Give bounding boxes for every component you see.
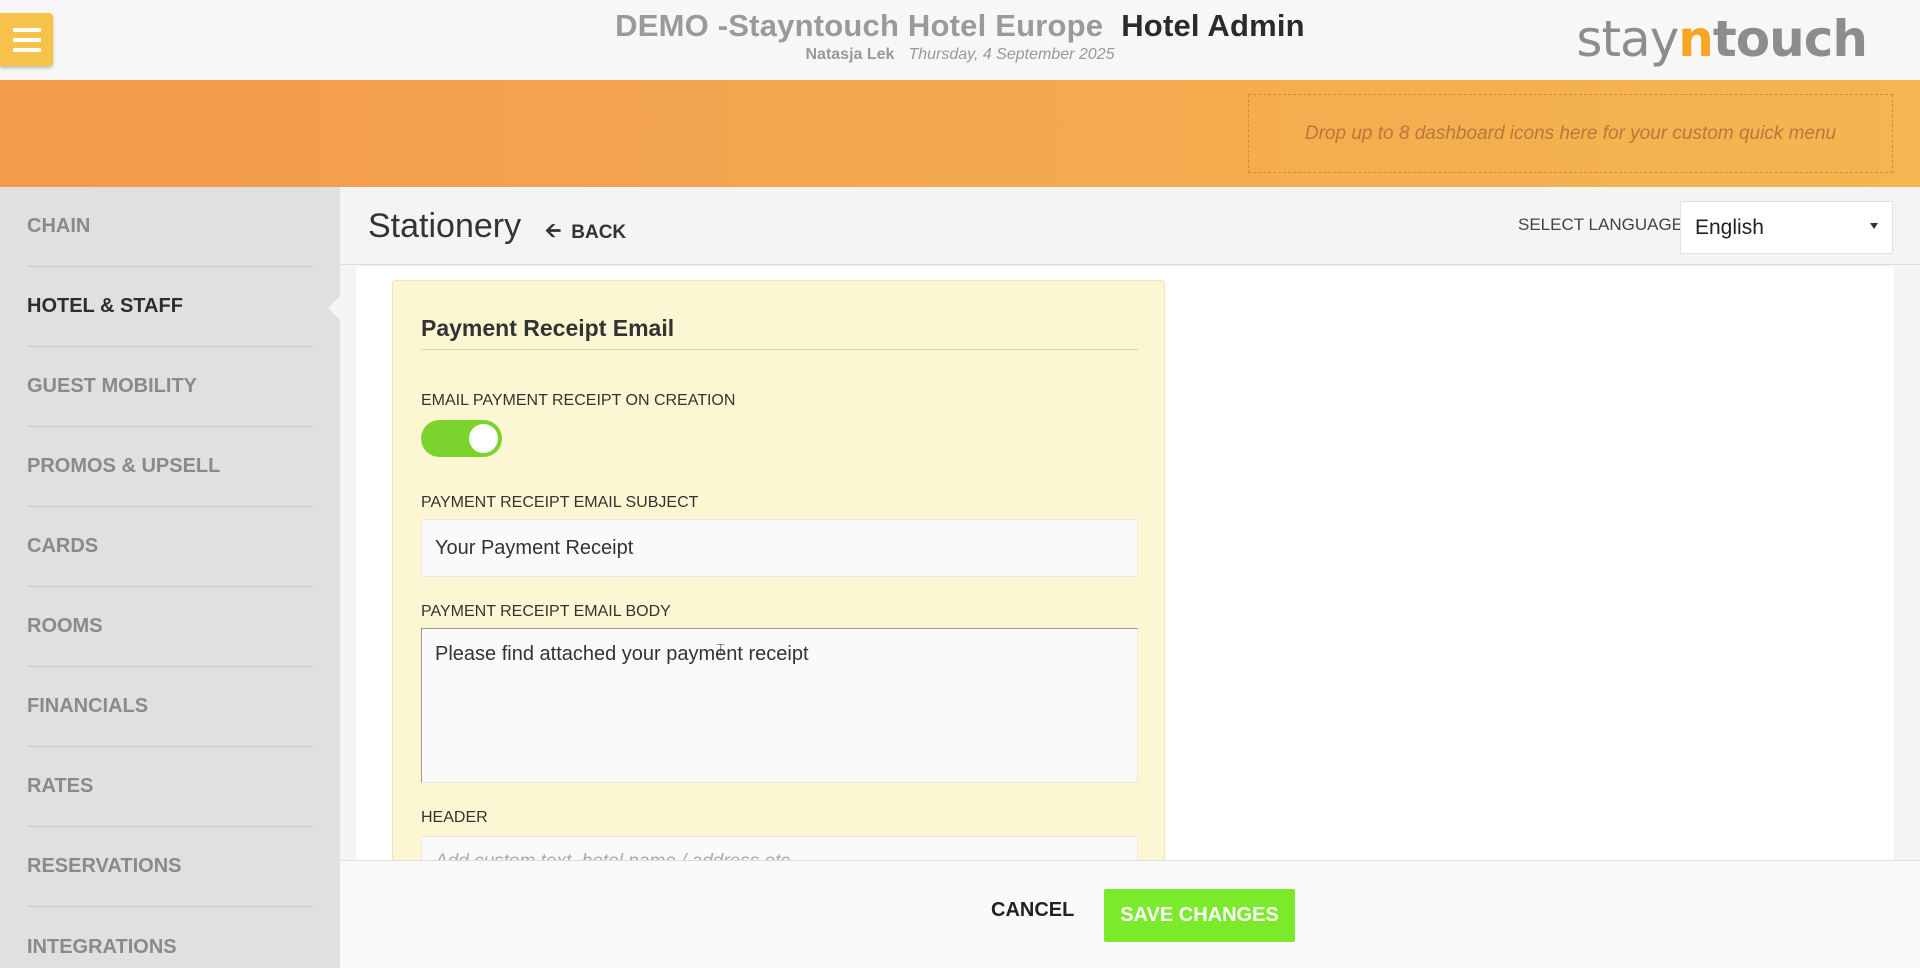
arrow-left-icon: 🡨 — [545, 220, 562, 242]
body-label: PAYMENT RECEIPT EMAIL BODY — [421, 603, 671, 620]
divider — [421, 349, 1138, 350]
sidebar-item-financials[interactable]: FINANCIALS — [27, 667, 313, 747]
sidebar-item-label: PROMOS & UPSELL — [27, 455, 221, 477]
save-changes-button[interactable]: SAVE CHANGES — [1104, 889, 1295, 942]
sidebar-item-label: RATES — [27, 775, 94, 797]
header-input[interactable]: Add custom text, hotel name / address et… — [421, 836, 1138, 861]
sidebar-item-rooms[interactable]: ROOMS — [27, 587, 313, 667]
sidebar-item-label: CHAIN — [27, 215, 91, 237]
section-title: Payment Receipt Email — [421, 315, 675, 341]
sidebar-item-cards[interactable]: CARDS — [27, 507, 313, 587]
toggle-label: EMAIL PAYMENT RECEIPT ON CREATION — [421, 392, 736, 409]
business-date: Thursday, 4 September 2025 — [908, 46, 1115, 63]
chevron-down-icon — [1870, 223, 1878, 229]
app-title: Hotel Admin — [1121, 8, 1305, 43]
sidebar-item-label: INTEGRATIONS — [27, 935, 177, 958]
sidebar-item-promos-upsell[interactable]: PROMOS & UPSELL — [27, 427, 313, 507]
sidebar-item-chain[interactable]: CHAIN — [27, 187, 313, 267]
sidebar-item-label: GUEST MOBILITY — [27, 375, 197, 397]
user-name: Natasja Lek — [805, 46, 895, 63]
content-area: Payment Receipt Email EMAIL PAYMENT RECE… — [356, 267, 1894, 861]
stayntouch-logo: stayntouch — [1576, 10, 1868, 68]
footer-actions: CANCEL SAVE CHANGES — [340, 860, 1920, 968]
main-panel: Stationery 🡨 BACK SELECT LANGUAGE Englis… — [340, 187, 1920, 968]
email-subject-input[interactable]: Your Payment Receipt — [421, 519, 1138, 577]
sidebar-item-label: HOTEL & STAFF — [27, 295, 183, 317]
logo-suffix: touch — [1712, 10, 1868, 68]
sidebar: CHAIN HOTEL & STAFF GUEST MOBILITY PROMO… — [0, 187, 342, 968]
payment-receipt-card: Payment Receipt Email EMAIL PAYMENT RECE… — [392, 280, 1165, 861]
logo-prefix: stay — [1576, 10, 1679, 68]
header-label: HEADER — [421, 809, 488, 826]
hotel-name: DEMO -Stayntouch Hotel Europe — [615, 8, 1104, 43]
sidebar-item-label: RESERVATIONS — [27, 855, 182, 877]
quick-menu-band: Drop up to 8 dashboard icons here for yo… — [0, 80, 1920, 187]
dropzone-text: Drop up to 8 dashboard icons here for yo… — [1304, 122, 1837, 144]
sidebar-item-label: ROOMS — [27, 615, 103, 637]
sidebar-item-guest-mobility[interactable]: GUEST MOBILITY — [27, 347, 313, 427]
sidebar-item-label: FINANCIALS — [27, 695, 149, 717]
language-label: SELECT LANGUAGE — [1518, 215, 1684, 234]
email-body-textarea[interactable]: Please find attached your payment receip… — [421, 628, 1138, 783]
quick-menu-dropzone[interactable]: Drop up to 8 dashboard icons here for yo… — [1248, 94, 1893, 173]
language-select[interactable]: English — [1680, 201, 1893, 254]
logo-n: n — [1678, 10, 1714, 68]
top-header: DEMO -Stayntouch Hotel Europe Hotel Admin… — [0, 0, 1920, 80]
sidebar-item-reservations[interactable]: RESERVATIONS — [27, 827, 313, 907]
back-button[interactable]: 🡨 BACK — [545, 216, 626, 250]
sidebar-item-hotel-staff[interactable]: HOTEL & STAFF — [27, 267, 313, 347]
cancel-button[interactable]: CANCEL — [991, 899, 1074, 922]
save-changes-label: SAVE CHANGES — [1120, 904, 1279, 926]
text-cursor-icon: ⌶ — [716, 642, 726, 659]
sidebar-item-label: CARDS — [27, 535, 99, 557]
page-header: Stationery 🡨 BACK SELECT LANGUAGE Englis… — [340, 187, 1920, 265]
email-receipt-toggle[interactable] — [421, 420, 502, 457]
language-value: English — [1695, 215, 1764, 239]
back-label: BACK — [571, 222, 627, 243]
sidebar-item-integrations[interactable]: INTEGRATIONS — [27, 907, 313, 968]
subject-label: PAYMENT RECEIPT EMAIL SUBJECT — [421, 494, 699, 511]
page-title: Stationery — [368, 207, 522, 245]
toggle-knob — [469, 424, 498, 453]
sidebar-item-rates[interactable]: RATES — [27, 747, 313, 827]
